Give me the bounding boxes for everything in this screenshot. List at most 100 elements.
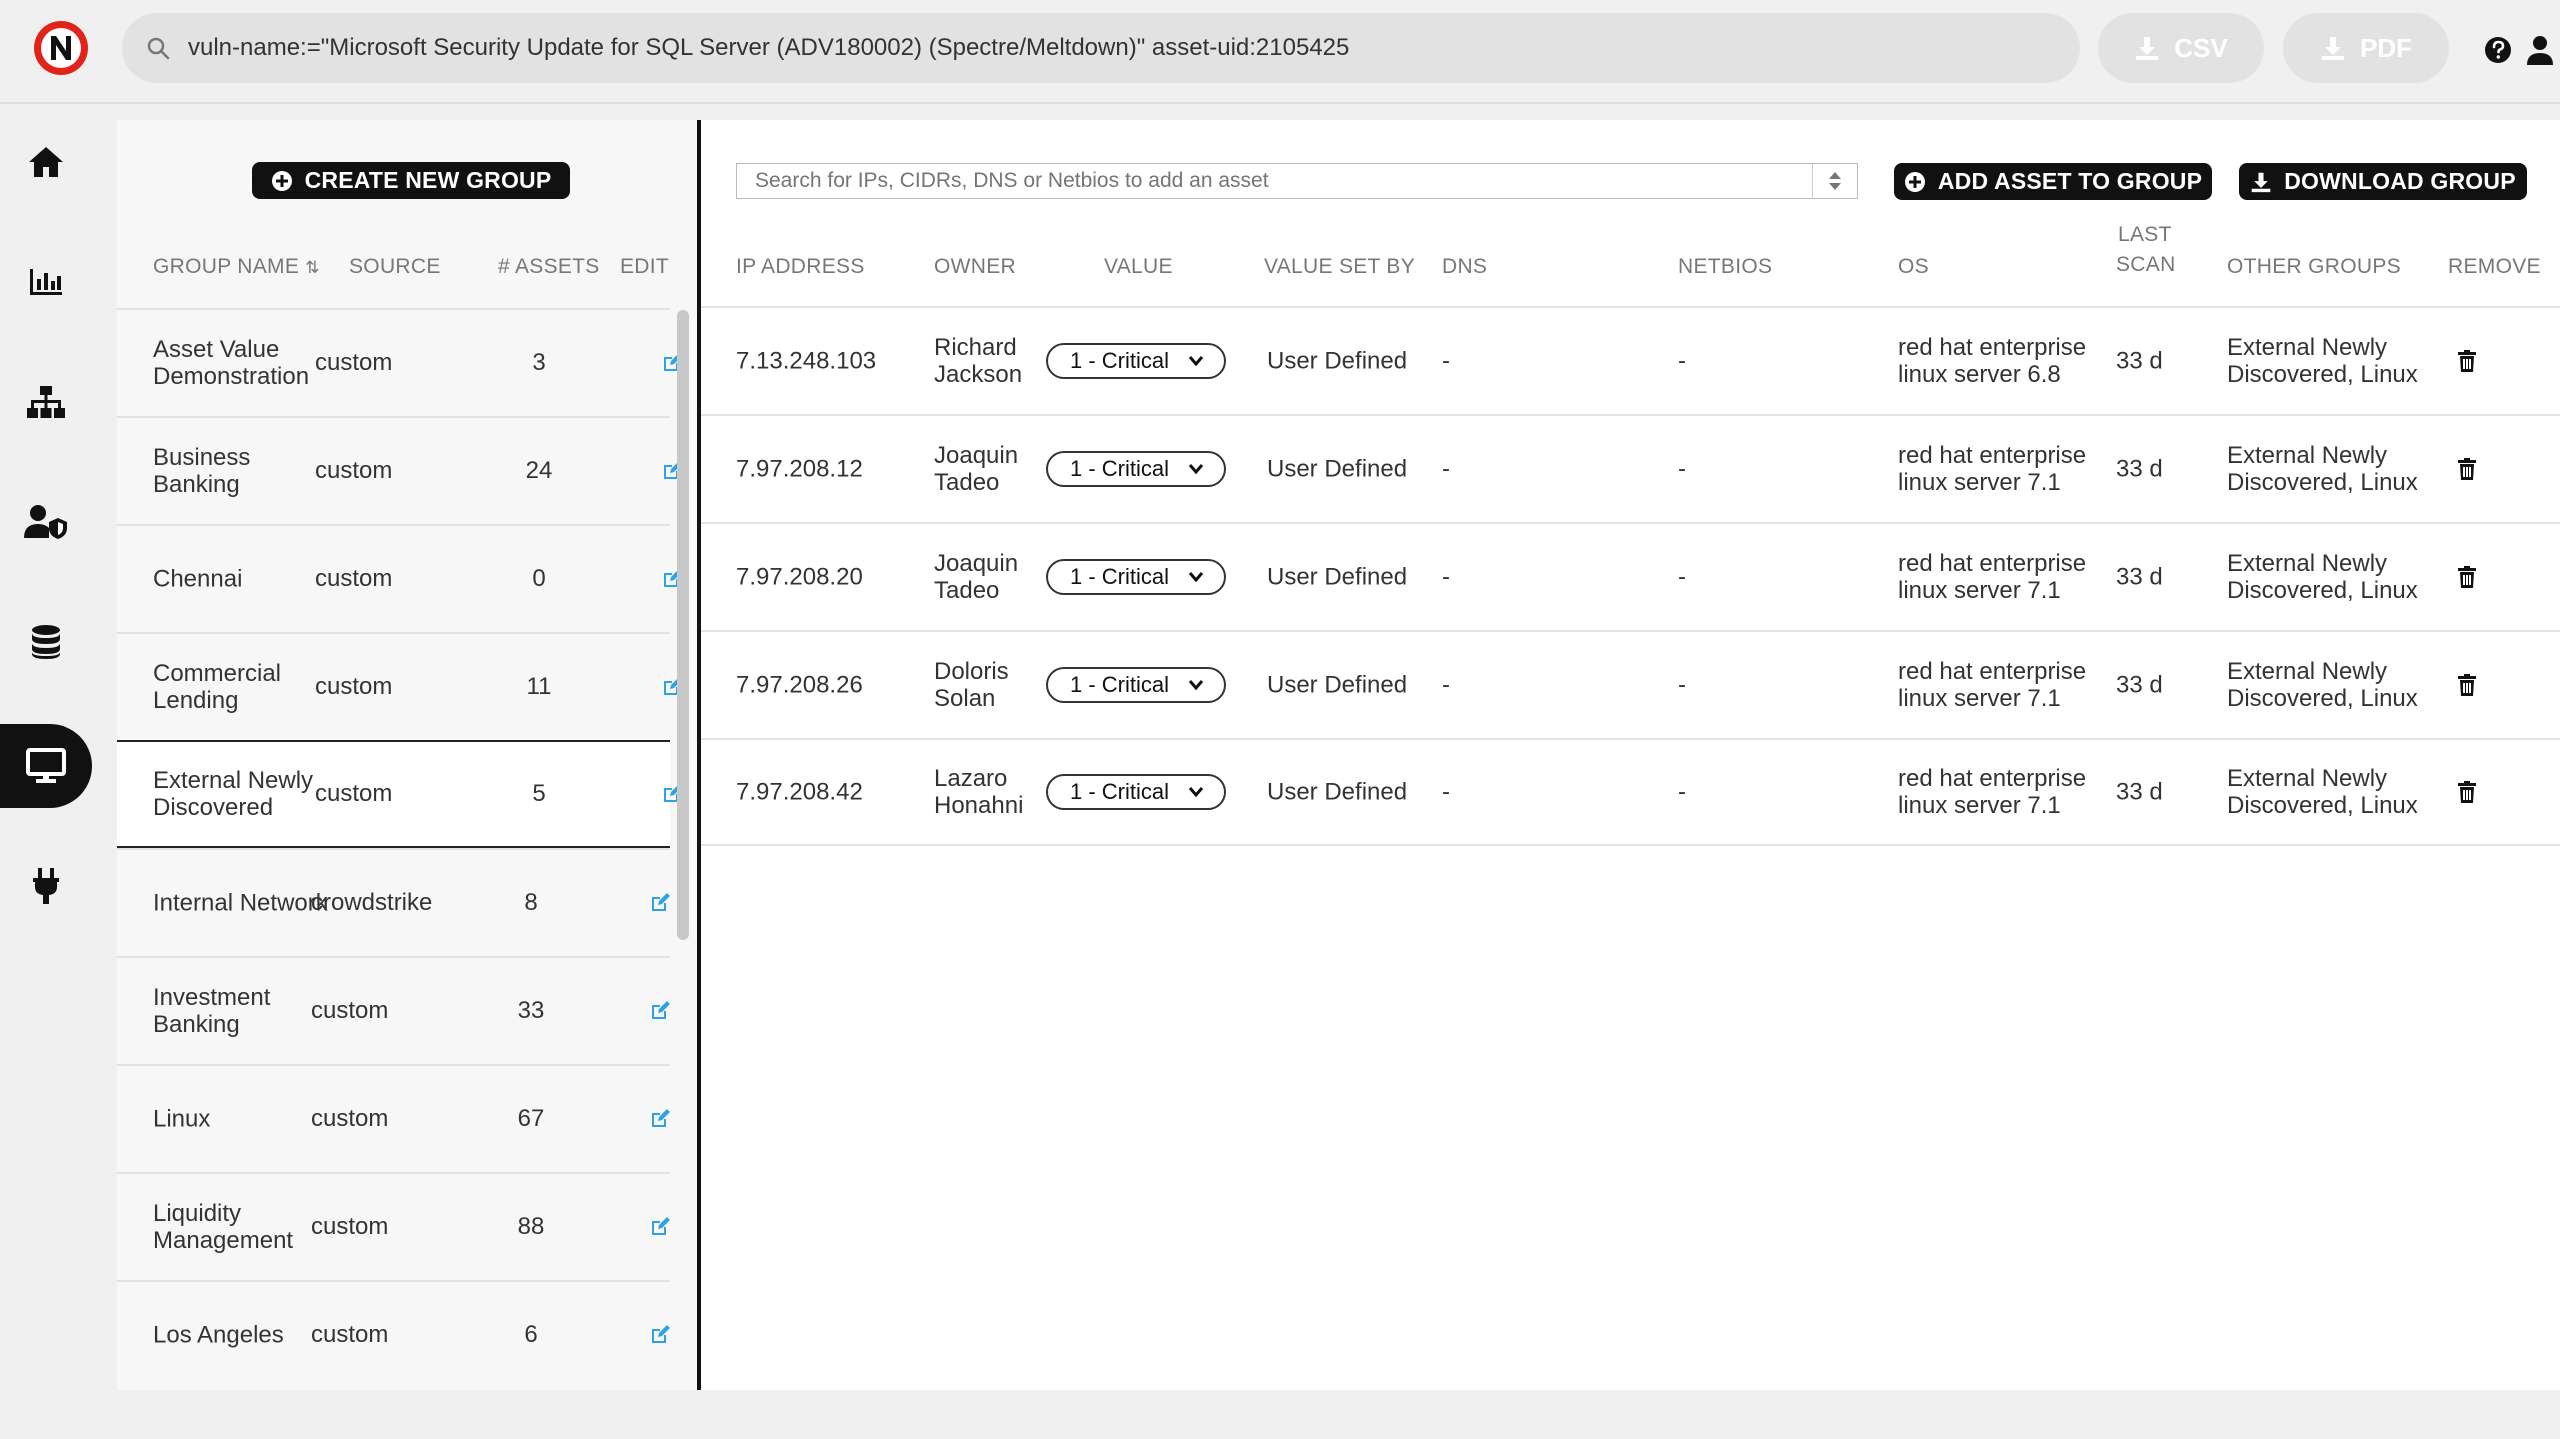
create-new-group-button[interactable]: CREATE NEW GROUP [252, 162, 570, 199]
nav-integrations[interactable] [0, 844, 92, 928]
last-scan-line-2: SCAN [2116, 253, 2176, 276]
global-search-input[interactable] [186, 33, 2080, 63]
asset-ip: 7.97.208.12 [736, 455, 863, 483]
asset-row[interactable]: 7.97.208.12 Joaquin Tadeo 1 - Critical User… [701, 414, 2560, 522]
group-asset-count: 24 [525, 457, 553, 484]
asset-other-groups: External Newly Discovered, Linux [2227, 658, 2418, 712]
trash-icon[interactable] [2458, 458, 2476, 480]
user-icon[interactable] [2526, 35, 2554, 65]
plug-icon [33, 868, 59, 904]
bar-chart-icon [30, 269, 62, 295]
edit-icon[interactable] [649, 1324, 671, 1346]
group-row[interactable]: Liquidity Management custom 88 [117, 1172, 670, 1280]
asset-netbios: - [1678, 671, 1686, 699]
group-name: Business Banking [153, 444, 251, 498]
top-bar: CSV PDF [0, 0, 2560, 104]
column-header-dns: DNS [1442, 255, 1488, 278]
asset-last-scan: 33 d [2116, 778, 2163, 806]
group-asset-count: 0 [532, 565, 546, 592]
group-source: custom [315, 673, 393, 700]
nav-assets[interactable] [0, 724, 92, 808]
asset-row[interactable]: 7.97.208.26 Doloris Solan 1 - Critical User… [701, 630, 2560, 738]
asset-row[interactable]: 7.97.208.20 Joaquin Tadeo 1 - Critical User… [701, 522, 2560, 630]
asset-os: red hat enterprise linux server 7.1 [1898, 658, 2087, 712]
global-search-bar[interactable] [122, 13, 2080, 83]
asset-last-scan: 33 d [2116, 455, 2163, 483]
chevron-down-icon [1188, 356, 1204, 367]
group-asset-count: 11 [526, 673, 552, 700]
nav-users[interactable] [0, 480, 92, 564]
group-row[interactable]: Investment Banking custom 33 [117, 956, 670, 1064]
group-row[interactable]: Asset Value Demonstration custom 3 [117, 308, 682, 416]
group-row[interactable]: Business Banking custom 24 [117, 416, 682, 524]
column-header-other-groups: OTHER GROUPS [2227, 255, 2401, 278]
asset-value-select[interactable]: 1 - Critical [1046, 559, 1226, 595]
asset-value-select[interactable]: 1 - Critical [1046, 667, 1226, 703]
trash-icon[interactable] [2458, 350, 2476, 372]
group-row[interactable]: External Newly Discovered custom 5 [117, 740, 682, 848]
group-row[interactable]: Internal Network crowdstrike 8 [117, 848, 670, 956]
group-source: custom [315, 780, 393, 807]
column-header-group-name[interactable]: GROUP NAME ⇅ [153, 255, 320, 279]
asset-value-set-by: User Defined [1267, 671, 1408, 699]
edit-icon[interactable] [649, 1216, 671, 1238]
group-row[interactable]: Linux custom 67 [117, 1064, 670, 1172]
nav-data[interactable] [0, 600, 92, 684]
chevron-down-icon [1188, 787, 1204, 798]
column-header-value: VALUE [1104, 255, 1173, 278]
group-name: Linux [153, 1105, 211, 1133]
create-new-group-label: CREATE NEW GROUP [304, 167, 552, 193]
group-name: Commercial Lending [153, 660, 282, 714]
chevron-down-icon [1188, 680, 1204, 691]
group-source: custom [315, 565, 393, 592]
groups-panel: CREATE NEW GROUP GROUP NAME ⇅ SOURCE # A… [117, 120, 697, 1390]
asset-value: 1 - Critical [1070, 456, 1170, 481]
asset-owner: Joaquin Tadeo [934, 550, 1019, 604]
csv-export-button[interactable]: CSV [2098, 13, 2264, 83]
group-source: crowdstrike [311, 889, 433, 916]
csv-label: CSV [2174, 32, 2228, 63]
asset-value-select[interactable]: 1 - Critical [1046, 774, 1226, 810]
column-header-ip: IP ADDRESS [736, 255, 865, 278]
asset-row[interactable]: 7.13.248.103 Richard Jackson 1 - Critical U… [701, 306, 2560, 414]
download-group-label: DOWNLOAD GROUP [2284, 168, 2516, 194]
download-group-button[interactable]: DOWNLOAD GROUP [2239, 163, 2527, 200]
group-row[interactable]: Chennai custom 0 [117, 524, 682, 632]
asset-row[interactable]: 7.97.208.42 Lazaro Honahni 1 - Critical Use… [701, 738, 2560, 846]
asset-value-select[interactable]: 1 - Critical [1046, 343, 1226, 379]
download-icon [2322, 37, 2344, 60]
asset-last-scan: 33 d [2116, 671, 2163, 699]
trash-icon[interactable] [2458, 674, 2476, 696]
asset-last-scan: 33 d [2116, 563, 2163, 591]
group-source: custom [315, 457, 393, 484]
asset-value: 1 - Critical [1070, 672, 1170, 697]
asset-value-select[interactable]: 1 - Critical [1046, 451, 1226, 487]
nav-home[interactable] [0, 120, 92, 204]
trash-icon[interactable] [2458, 781, 2476, 803]
group-row[interactable]: Los Angeles custom 6 [117, 1280, 670, 1388]
nav-network[interactable] [0, 360, 92, 444]
pdf-export-button[interactable]: PDF [2283, 13, 2449, 83]
asset-search-select[interactable] [736, 163, 1858, 199]
asset-search-input[interactable] [737, 168, 1812, 194]
edit-icon[interactable] [649, 1108, 671, 1130]
group-source: custom [311, 1105, 389, 1132]
nav-reports[interactable] [0, 240, 92, 324]
asset-value-set-by: User Defined [1267, 563, 1408, 591]
logo-icon[interactable] [33, 20, 89, 76]
help-icon[interactable] [2484, 36, 2512, 64]
asset-owner: Doloris Solan [934, 658, 1009, 712]
monitor-icon [26, 748, 66, 783]
group-row[interactable]: Commercial Lending custom 11 [117, 632, 682, 740]
edit-icon[interactable] [649, 1000, 671, 1022]
add-asset-label: ADD ASSET TO GROUP [1937, 168, 2203, 194]
add-asset-to-group-button[interactable]: ADD ASSET TO GROUP [1894, 163, 2212, 200]
column-header-owner: OWNER [934, 255, 1016, 278]
trash-icon[interactable] [2458, 566, 2476, 588]
edit-icon[interactable] [649, 892, 671, 914]
groups-scrollbar[interactable] [677, 310, 689, 940]
asset-last-scan: 33 d [2116, 347, 2163, 375]
select-arrows-icon[interactable] [1812, 164, 1857, 198]
asset-os: red hat enterprise linux server 7.1 [1898, 765, 2087, 819]
user-shield-icon [24, 505, 67, 539]
